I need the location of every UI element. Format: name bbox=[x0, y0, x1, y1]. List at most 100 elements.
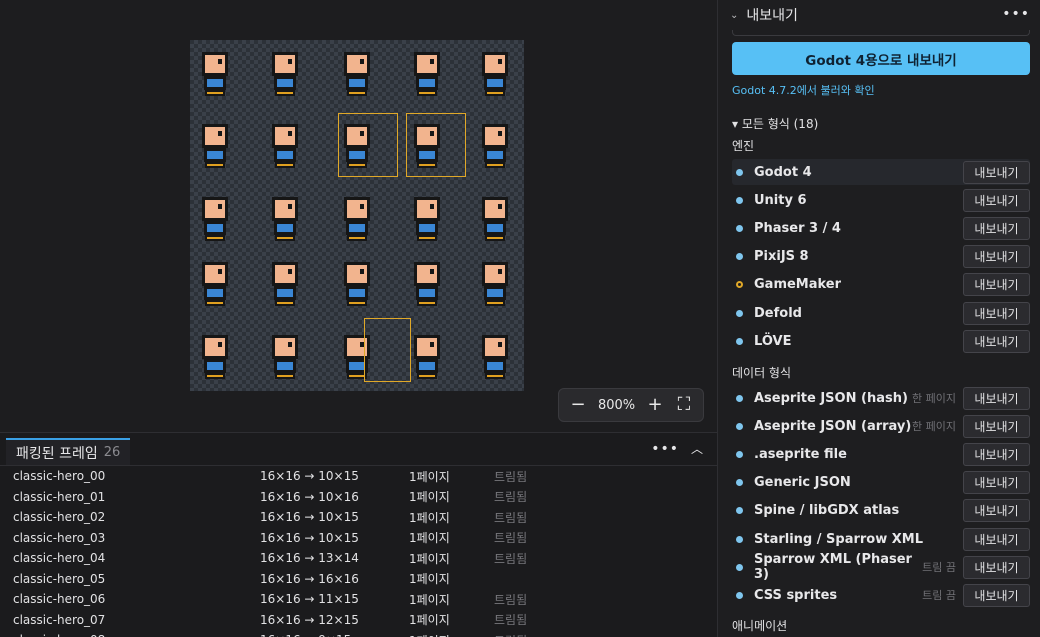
format-item[interactable]: Aseprite JSON (array) 한 페이지 내보내기 bbox=[732, 413, 1030, 439]
export-header[interactable]: ⌄ 내보내기 ••• bbox=[718, 0, 1040, 30]
table-row[interactable]: classic-hero_00 16×16 → 10×15 1페이지 트림됨 bbox=[0, 466, 717, 487]
format-note: 한 페이지 bbox=[912, 420, 956, 434]
status-dot-icon bbox=[736, 281, 743, 289]
frame-size: 16×16 → 10×15 bbox=[260, 510, 359, 525]
sprite-frame[interactable] bbox=[408, 331, 442, 383]
export-button[interactable]: 내보내기 bbox=[963, 188, 1030, 212]
frame-status: 트림됨 bbox=[494, 592, 528, 607]
format-item[interactable]: Defold 내보내기 bbox=[732, 300, 1030, 326]
export-button[interactable]: 내보내기 bbox=[963, 245, 1030, 269]
export-button[interactable]: 내보내기 bbox=[963, 471, 1030, 495]
table-row[interactable]: classic-hero_03 16×16 → 10×15 1페이지 트림됨 bbox=[0, 528, 717, 549]
sprite-frame[interactable] bbox=[476, 331, 510, 383]
section-animation: 애니메이션 bbox=[732, 619, 788, 633]
format-name: Aseprite JSON (hash) bbox=[754, 390, 908, 406]
collapse-icon[interactable]: ︿ bbox=[691, 440, 703, 457]
table-row[interactable]: classic-hero_07 16×16 → 12×15 1페이지 트림됨 bbox=[0, 610, 717, 631]
export-button[interactable]: 내보내기 bbox=[963, 499, 1030, 523]
fit-to-screen-icon[interactable]: ⛶ bbox=[675, 396, 693, 414]
export-button[interactable]: 내보내기 bbox=[963, 329, 1030, 353]
export-button[interactable]: 내보내기 bbox=[963, 301, 1030, 325]
format-item[interactable]: Phaser 3 / 4 내보내기 bbox=[732, 215, 1030, 241]
more-options-icon[interactable]: ••• bbox=[651, 441, 679, 457]
export-button[interactable]: 내보내기 bbox=[963, 273, 1030, 297]
format-item[interactable]: LÖVE 내보내기 bbox=[732, 328, 1030, 354]
format-item[interactable]: Sparrow XML (Phaser 3) 트림 끔 내보내기 bbox=[732, 552, 1030, 582]
sprite-frame[interactable] bbox=[476, 120, 510, 172]
table-row[interactable]: classic-hero_04 16×16 → 13×14 1페이지 트림됨 bbox=[0, 548, 717, 569]
export-button[interactable]: 내보내기 bbox=[963, 160, 1030, 184]
canvas-area[interactable]: − 800% + ⛶ bbox=[0, 0, 717, 432]
format-item[interactable]: Unity 6 내보내기 bbox=[732, 187, 1030, 213]
sprite-frame[interactable] bbox=[266, 331, 300, 383]
zoom-in-button[interactable]: + bbox=[646, 396, 664, 414]
format-item[interactable]: Spine / libGDX atlas 내보내기 bbox=[732, 498, 1030, 524]
status-dot-icon bbox=[736, 394, 743, 402]
export-button[interactable]: 내보내기 bbox=[963, 216, 1030, 240]
format-item[interactable]: GameMaker 내보내기 bbox=[732, 272, 1030, 298]
format-note: 트림 끔 bbox=[922, 589, 956, 603]
zoom-out-button[interactable]: − bbox=[569, 396, 587, 414]
format-item[interactable]: Generic JSON 내보내기 bbox=[732, 470, 1030, 496]
status-dot-icon bbox=[736, 168, 743, 176]
sprite-frame[interactable] bbox=[476, 193, 510, 245]
export-godot-button[interactable]: Godot 4용으로 내보내기 bbox=[732, 42, 1030, 75]
frame-size: 16×16 → 16×16 bbox=[260, 571, 359, 586]
more-options-icon[interactable]: ••• bbox=[1002, 6, 1030, 22]
sprite-frame[interactable] bbox=[196, 120, 230, 172]
sprite-frame[interactable] bbox=[476, 48, 510, 100]
export-button[interactable]: 내보내기 bbox=[963, 386, 1030, 410]
chevron-down-icon[interactable]: ⌄ bbox=[730, 10, 738, 21]
format-name: Phaser 3 / 4 bbox=[754, 220, 841, 236]
sprite-frame[interactable] bbox=[408, 193, 442, 245]
section-engine: 엔진 bbox=[732, 139, 755, 153]
sprite-frame[interactable] bbox=[266, 120, 300, 172]
export-button[interactable]: 내보내기 bbox=[963, 442, 1030, 466]
sprite-frame[interactable] bbox=[266, 48, 300, 100]
sprite-frame[interactable] bbox=[408, 258, 442, 310]
format-item[interactable]: Starling / Sparrow XML 내보내기 bbox=[732, 526, 1030, 552]
format-item[interactable]: PixiJS 8 내보내기 bbox=[732, 244, 1030, 270]
sprite-frame[interactable] bbox=[266, 258, 300, 310]
export-button[interactable]: 내보내기 bbox=[963, 527, 1030, 551]
frame-name: classic-hero_02 bbox=[13, 510, 106, 525]
table-row[interactable]: classic-hero_02 16×16 → 10×15 1페이지 트림됨 bbox=[0, 507, 717, 528]
sprite-frame[interactable] bbox=[196, 331, 230, 383]
status-dot-icon bbox=[736, 253, 743, 261]
sprite-frame[interactable] bbox=[338, 48, 372, 100]
sprite-frame[interactable] bbox=[338, 193, 372, 245]
divider bbox=[732, 30, 1030, 36]
sprite-frame[interactable] bbox=[338, 258, 372, 310]
sprite-frame[interactable] bbox=[408, 48, 442, 100]
frames-tabbar: 패킹된 프레임 26 ••• ︿ bbox=[0, 433, 717, 466]
frame-page: 1페이지 bbox=[409, 490, 450, 505]
table-row[interactable]: classic-hero_01 16×16 → 10×16 1페이지 트림됨 bbox=[0, 487, 717, 508]
all-formats-toggle[interactable]: ▾ 모든 형식 (18) bbox=[732, 115, 818, 132]
table-row[interactable]: classic-hero_0816×16 → 9×151페이지트림됨 bbox=[0, 630, 717, 637]
format-item[interactable]: Godot 4 내보내기 bbox=[732, 159, 1030, 185]
export-button[interactable]: 내보내기 bbox=[963, 414, 1030, 438]
format-item[interactable]: Aseprite JSON (hash) 한 페이지 내보내기 bbox=[732, 385, 1030, 411]
format-name: CSS sprites bbox=[754, 587, 838, 603]
format-name: PixiJS 8 bbox=[754, 249, 809, 265]
sprite-frame[interactable] bbox=[476, 258, 510, 310]
export-button[interactable]: 내보내기 bbox=[963, 583, 1030, 607]
format-item[interactable]: .aseprite file 내보내기 bbox=[732, 441, 1030, 467]
sprite-frame[interactable] bbox=[196, 193, 230, 245]
sprite-frame[interactable] bbox=[196, 48, 230, 100]
frame-page: 1페이지 bbox=[409, 531, 450, 546]
format-item[interactable]: CSS sprites 트림 끔 내보내기 bbox=[732, 582, 1030, 608]
frame-status: 트림됨 bbox=[494, 490, 528, 505]
status-dot-icon bbox=[736, 591, 743, 599]
frame-page: 1페이지 bbox=[409, 551, 450, 566]
export-button[interactable]: 내보내기 bbox=[963, 555, 1030, 579]
sprite-frame[interactable] bbox=[266, 193, 300, 245]
tab-packed-frames[interactable]: 패킹된 프레임 26 bbox=[6, 438, 131, 465]
sprite-frame[interactable] bbox=[196, 258, 230, 310]
table-row[interactable]: classic-hero_05 16×16 → 16×16 1페이지 bbox=[0, 569, 717, 590]
verify-link[interactable]: Godot 4.7.2에서 불러와 확인 bbox=[732, 82, 875, 98]
table-row[interactable]: classic-hero_06 16×16 → 11×15 1페이지 트림됨 bbox=[0, 589, 717, 610]
frame-name: classic-hero_05 bbox=[13, 571, 106, 586]
sprite-atlas-preview[interactable] bbox=[190, 40, 524, 391]
frame-name: classic-hero_08 bbox=[0, 633, 260, 637]
